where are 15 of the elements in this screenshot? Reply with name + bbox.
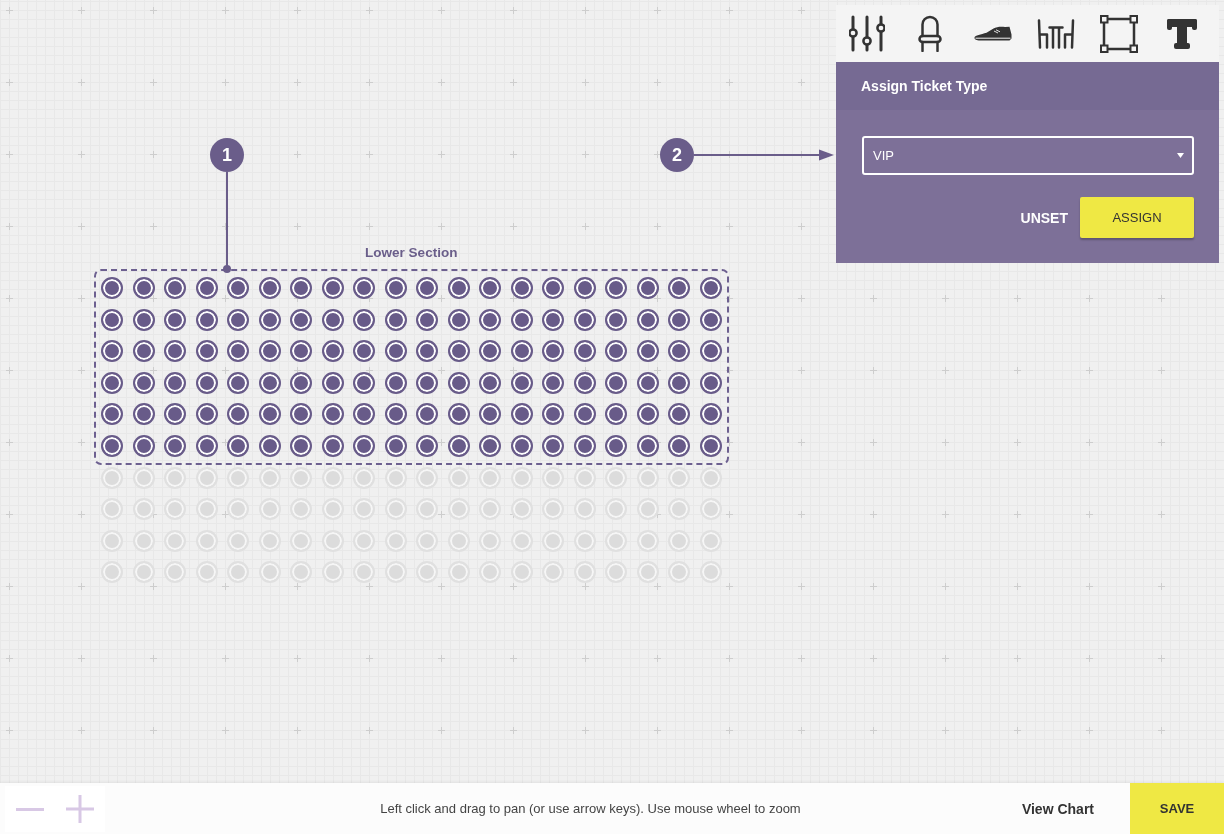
table-with-chairs-icon[interactable] xyxy=(1036,18,1075,49)
letter-t-icon[interactable] xyxy=(1166,18,1197,49)
bar-primary-button[interactable]: SAVE xyxy=(1130,783,1224,834)
chair-icon[interactable] xyxy=(918,15,943,52)
section-label: Lower Section xyxy=(365,245,458,261)
ticket-type-select[interactable]: VIP xyxy=(862,136,1194,175)
panel-title: Assign Ticket Type xyxy=(861,78,988,94)
primary-button[interactable]: ASSIGN xyxy=(1080,197,1194,238)
sliders-icon[interactable] xyxy=(849,15,886,52)
text-button[interactable]: UNSET xyxy=(1020,209,1068,226)
shoe-icon[interactable] xyxy=(974,25,1013,42)
caret-icon xyxy=(1177,153,1184,158)
bar-text-button[interactable]: View Chart xyxy=(1021,800,1094,817)
hint-text: Left click and drag to pan (or use arrow keys). Use mouse wheel to zoom xyxy=(380,801,801,816)
selection-frame-icon[interactable] xyxy=(1099,14,1138,53)
